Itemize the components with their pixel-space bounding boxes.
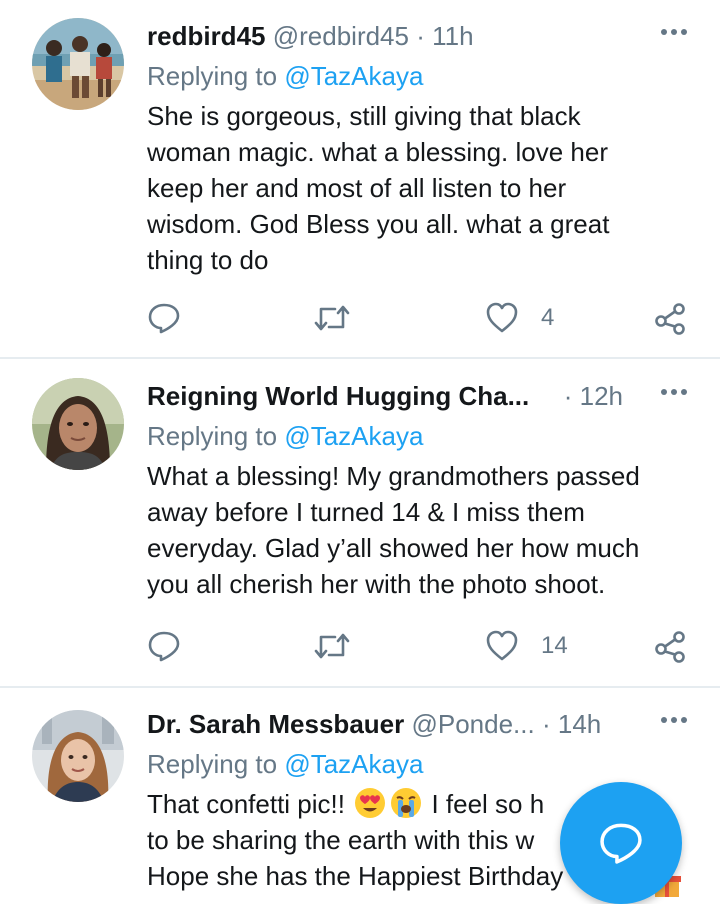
tweet-text-segment: That confetti pic!! [147, 789, 345, 819]
share-icon [655, 631, 685, 663]
more-icon[interactable] [654, 702, 694, 738]
retweet-button[interactable] [313, 626, 351, 666]
replying-to: Replying to @TazAkaya [147, 58, 423, 94]
avatar[interactable] [32, 710, 124, 802]
more-icon[interactable] [654, 374, 694, 410]
timestamp[interactable]: 11h [432, 21, 473, 51]
replying-label: Replying to [147, 61, 278, 91]
compose-reply-button[interactable] [560, 782, 682, 904]
like-count: 4 [541, 304, 555, 331]
replying-to: Replying to @TazAkaya [147, 746, 423, 782]
action-bar: 14 [147, 626, 697, 666]
tweet-text-line: away before I turned 14 & I miss them [147, 497, 585, 527]
retweet-icon [314, 305, 350, 331]
like-button[interactable]: 14 [485, 626, 568, 666]
heart-icon [486, 302, 518, 333]
user-handle[interactable]: @Ponde... [411, 706, 534, 742]
like-count: 14 [541, 632, 568, 659]
tweet-text-line: everyday. Glad y’all showed her how much [147, 533, 640, 563]
retweet-icon [314, 633, 350, 659]
reply-icon [148, 631, 180, 662]
tweet-header: redbird45 @redbird45 · 11h [147, 18, 700, 54]
user-handle[interactable]: @redbird45 [273, 21, 409, 51]
reply-icon [148, 303, 180, 334]
reply-button[interactable] [147, 298, 181, 338]
replying-to: Replying to @TazAkaya [147, 418, 423, 454]
tweet-text: She is gorgeous, still giving that black… [147, 98, 687, 278]
tweet-text-line: keep her and most of all listen to her [147, 173, 567, 203]
action-bar: 4 [147, 298, 697, 338]
separator: · [541, 709, 551, 739]
heart-icon [486, 630, 518, 661]
timestamp[interactable]: 12h [580, 381, 623, 411]
tweet[interactable]: Reigning World Hugging Cha... · 12h Repl… [0, 360, 720, 686]
display-name[interactable]: Reigning World Hugging Cha... [147, 378, 529, 414]
compose-reply-icon [600, 823, 642, 864]
retweet-button[interactable] [313, 298, 351, 338]
mention-link[interactable]: @TazAkaya [284, 421, 423, 451]
tweet-divider [0, 357, 720, 359]
tweet-text-line: you all cherish her with the photo shoot… [147, 569, 606, 599]
heart-eyes-emoji [355, 788, 386, 818]
replying-label: Replying to [147, 421, 278, 451]
reply-button[interactable] [147, 626, 181, 666]
mention-link[interactable]: @TazAkaya [284, 61, 423, 91]
share-icon [655, 303, 685, 335]
tweet-text-line: She is gorgeous, still giving that black [147, 101, 581, 131]
tweet-text: What a blessing! My grandmothers passed … [147, 458, 687, 602]
tweet-header: Reigning World Hugging Cha... · 12h [147, 378, 700, 414]
share-button[interactable] [653, 626, 687, 666]
crying-emoji [391, 788, 422, 818]
timestamp[interactable]: 14h [558, 709, 601, 739]
display-name[interactable]: Dr. Sarah Messbauer [147, 709, 404, 739]
avatar[interactable] [32, 18, 124, 110]
separator: · [416, 21, 425, 51]
tweet[interactable]: redbird45 @redbird45 · 11h Replying to @… [0, 0, 720, 358]
tweet-text-line: thing to do [147, 245, 269, 275]
tweet-text-line: woman magic. what a blessing. love her [147, 137, 609, 167]
replying-label: Replying to [147, 749, 278, 779]
tweet-header: Dr. Sarah Messbauer @Ponde... · 14h [147, 706, 700, 742]
tweet-text-line: wisdom. God Bless you all. what a great [147, 209, 610, 239]
like-button[interactable]: 4 [485, 298, 554, 338]
display-name[interactable]: redbird45 [147, 21, 266, 51]
separator: · [563, 381, 573, 411]
tweet-text-line: What a blessing! My grandmothers passed [147, 461, 640, 491]
share-button[interactable] [653, 298, 687, 338]
tweet-text-segment: I feel so h [431, 789, 545, 819]
mention-link[interactable]: @TazAkaya [284, 749, 423, 779]
more-icon[interactable] [654, 14, 694, 50]
avatar[interactable] [32, 378, 124, 470]
